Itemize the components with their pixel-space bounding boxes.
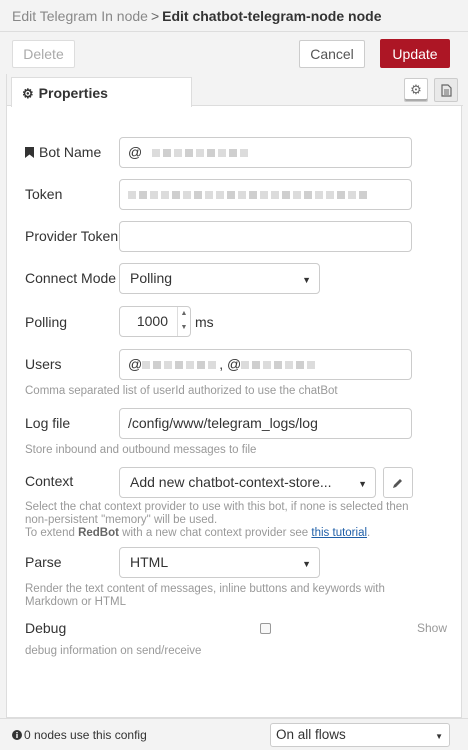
dialog-toolbar: Delete Cancel Update bbox=[0, 32, 468, 74]
scope-select[interactable]: On all flows ▼ bbox=[270, 723, 450, 747]
tutorial-link[interactable]: this tutorial bbox=[311, 527, 367, 539]
bot-name-label: Bot Name bbox=[25, 144, 101, 160]
provider-token-label: Provider Token bbox=[25, 228, 119, 244]
stepper-up-icon[interactable]: ▲ bbox=[178, 307, 190, 321]
parse-select[interactable]: HTML ▼ bbox=[119, 547, 320, 578]
log-file-label: Log file bbox=[25, 415, 71, 431]
debug-label: Debug bbox=[25, 620, 67, 636]
context-label: Context bbox=[25, 473, 74, 489]
gear-icon: ⚙ bbox=[22, 86, 34, 101]
connect-mode-label: Connect Mode bbox=[25, 270, 117, 286]
config-usage: 0 nodes use this config bbox=[12, 728, 147, 742]
tab-bar: ⚙ Properties ⚙ bbox=[7, 74, 463, 107]
token-input[interactable] bbox=[119, 179, 412, 210]
redacted-value bbox=[241, 356, 318, 372]
caret-down-icon: ▼ bbox=[302, 275, 311, 285]
users-help: Comma separated list of userId authorize… bbox=[25, 385, 338, 397]
gear-icon: ⚙ bbox=[410, 82, 422, 97]
settings-tab-button[interactable]: ⚙ bbox=[404, 78, 428, 102]
debug-checkbox[interactable] bbox=[260, 623, 271, 634]
breadcrumb[interactable]: Edit Telegram In node bbox=[12, 8, 148, 24]
caret-down-icon: ▼ bbox=[302, 559, 311, 569]
log-file-input[interactable]: /config/www/telegram_logs/log bbox=[119, 408, 412, 439]
bookmark-icon bbox=[25, 147, 34, 158]
polling-stepper[interactable]: ▲ ▼ bbox=[177, 307, 190, 336]
connect-mode-select[interactable]: Polling ▼ bbox=[119, 263, 320, 294]
pencil-icon bbox=[393, 478, 402, 488]
log-file-help: Store inbound and outbound messages to f… bbox=[25, 444, 257, 456]
debug-show-label: Show bbox=[417, 621, 448, 635]
redacted-value bbox=[152, 144, 251, 160]
redacted-value bbox=[142, 356, 219, 372]
page-title: Edit chatbot-telegram-node node bbox=[162, 8, 382, 24]
cancel-button[interactable]: Cancel bbox=[299, 40, 365, 68]
caret-down-icon: ▼ bbox=[435, 732, 443, 741]
edit-context-button[interactable] bbox=[383, 467, 413, 498]
description-tab-button[interactable] bbox=[434, 78, 458, 102]
token-label: Token bbox=[25, 186, 63, 202]
parse-label: Parse bbox=[25, 554, 62, 570]
properties-panel: ⚙ Properties ⚙ Bot Name @ Token Provider … bbox=[6, 74, 463, 718]
tab-properties-label: Properties bbox=[38, 85, 108, 101]
users-label: Users bbox=[25, 356, 62, 372]
bot-name-input[interactable]: @ bbox=[119, 137, 412, 168]
caret-down-icon: ▼ bbox=[358, 479, 367, 489]
dialog-header: Edit Telegram In node > Edit chatbot-teleg… bbox=[0, 0, 468, 32]
provider-token-input[interactable] bbox=[119, 221, 412, 252]
debug-help: debug information on send/receive bbox=[25, 645, 202, 657]
redacted-value bbox=[128, 186, 370, 202]
dialog-footer: 0 nodes use this config On all flows ▼ bbox=[0, 718, 468, 750]
info-icon bbox=[12, 730, 22, 740]
stepper-down-icon[interactable]: ▼ bbox=[178, 321, 190, 335]
context-help: Select the chat context provider to use … bbox=[25, 501, 409, 539]
delete-button[interactable]: Delete bbox=[12, 40, 75, 68]
polling-label: Polling bbox=[25, 314, 68, 330]
update-button[interactable]: Update bbox=[380, 39, 450, 68]
breadcrumb-separator: > bbox=[150, 8, 160, 24]
users-input[interactable]: @, @ bbox=[119, 349, 412, 380]
tab-properties[interactable]: ⚙ Properties bbox=[11, 77, 192, 107]
parse-help: Render the text content of messages, inl… bbox=[25, 583, 385, 608]
document-icon bbox=[440, 83, 452, 97]
context-select[interactable]: Add new chatbot-context-store... ▼ bbox=[119, 467, 376, 498]
polling-unit: ms bbox=[195, 314, 214, 330]
